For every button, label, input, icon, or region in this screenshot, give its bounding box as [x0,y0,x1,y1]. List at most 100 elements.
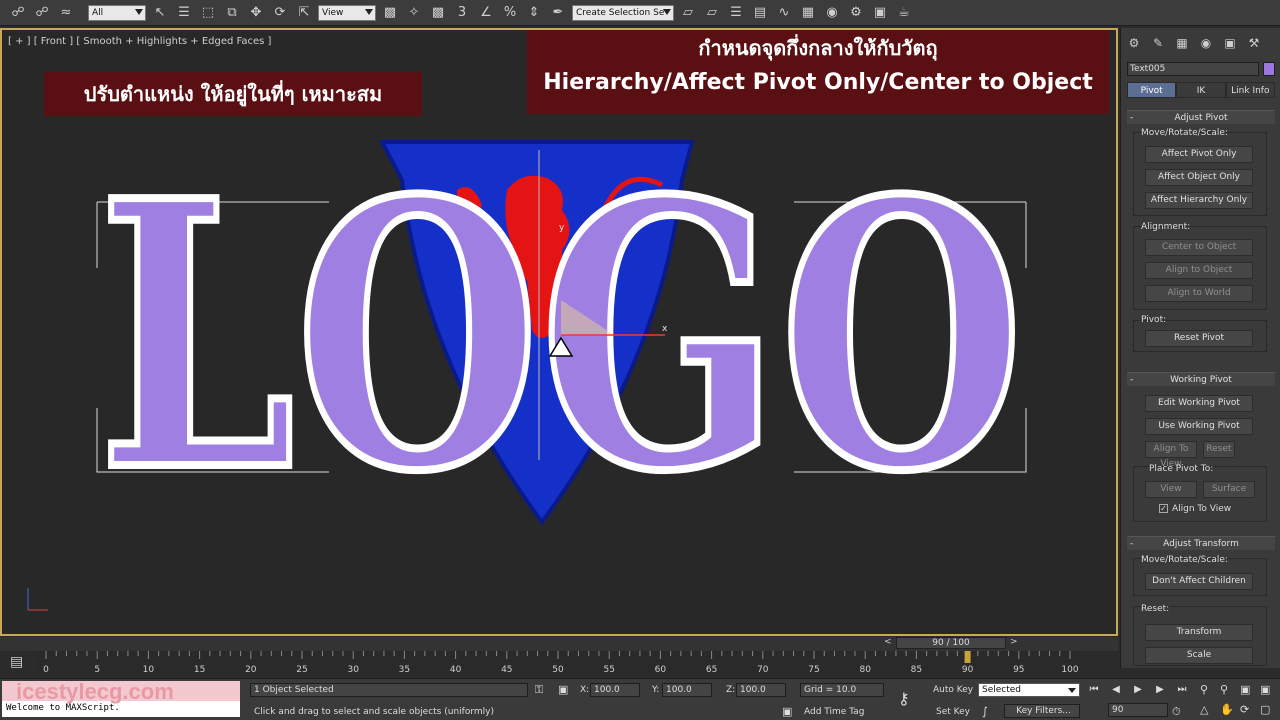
lock-selection-icon[interactable]: ⚿ [535,683,543,697]
manipulate-icon[interactable]: ✧ [404,3,424,23]
field-of-view-icon[interactable]: △ [1200,703,1208,716]
reset-scale-button[interactable]: Scale [1145,647,1253,664]
graphite-ribbon-icon[interactable]: ▤ [750,3,770,23]
curve-editor-icon[interactable]: ∿ [774,3,794,23]
current-frame-field[interactable]: 90 [1108,703,1168,717]
zoom-extents-icon[interactable]: ▣ [1240,683,1250,696]
add-time-tag-button[interactable]: Add Time Tag [804,707,864,717]
display-tab-icon[interactable]: ▣ [1221,34,1239,52]
align-icon[interactable]: ▱ [702,3,722,23]
time-config-icon[interactable]: ⏱ [1172,705,1181,719]
tab-link-info[interactable]: Link Info [1225,82,1275,98]
adjust-transform-rollout-header[interactable]: - Adjust Transform [1127,536,1275,550]
pivot-x-axis-label: x [662,324,668,334]
named-selection-dropdown[interactable]: Create Selection Se [572,4,674,21]
utilities-tab-icon[interactable]: ⚒ [1245,34,1263,52]
align-to-view-checkbox[interactable]: ✓ Align To View [1159,504,1231,514]
y-coordinate-field[interactable]: 100.0 [662,683,712,697]
key-mode-dropdown[interactable]: Selected [978,683,1080,697]
mirror-icon[interactable]: ▱ [678,3,698,23]
link-icon[interactable]: ☍ [8,3,28,23]
time-slider[interactable]: < 90 / 100 > [0,637,1118,651]
percent-snap-icon[interactable]: % [500,3,520,23]
snap-toggle-icon[interactable]: 3 [452,3,472,23]
object-color-swatch[interactable] [1263,62,1275,76]
align-to-world-button[interactable]: Align to World [1145,285,1253,302]
previous-frame-icon[interactable]: ◀ [1108,683,1124,697]
maxscript-listener[interactable]: icestylecg.com Welcome to MAXScript. [2,679,240,717]
angle-snap-icon[interactable]: ∠ [476,3,496,23]
x-coordinate-field[interactable]: 100.0 [590,683,640,697]
next-frame-icon[interactable]: ▶ [1152,683,1168,697]
modify-tab-icon[interactable]: ✎ [1149,34,1167,52]
place-pivot-surface-button[interactable]: Surface [1203,481,1255,498]
hierarchy-tab-icon[interactable]: ▦ [1173,34,1191,52]
tab-pivot[interactable]: Pivot [1127,82,1177,98]
unlink-icon[interactable]: ☍ [32,3,52,23]
bind-space-warp-icon[interactable]: ≈ [56,3,76,23]
working-pivot-rollout-header[interactable]: - Working Pivot [1127,372,1275,386]
current-frame-marker [964,651,971,663]
key-icon[interactable]: ⚷ [898,689,910,708]
key-tangent-icon[interactable]: ∫ [982,705,988,718]
render-production-icon[interactable]: ☕ [894,3,914,23]
window-crossing-icon[interactable]: ⧉ [222,3,242,23]
move-icon[interactable]: ✥ [246,3,266,23]
schematic-view-icon[interactable]: ▦ [798,3,818,23]
time-tag-icon[interactable]: ▣ [782,705,792,718]
z-coordinate-field[interactable]: 100.0 [736,683,786,697]
absolute-mode-icon[interactable]: ▣ [558,683,568,696]
dont-affect-children-button[interactable]: Don't Affect Children [1145,573,1253,590]
rect-selection-icon[interactable]: ⬚ [198,3,218,23]
align-to-view-button[interactable]: Align To View [1145,441,1197,469]
reference-coordinate-dropdown[interactable]: View [318,4,376,21]
align-to-object-button[interactable]: Align to Object [1145,262,1253,279]
zoom-icon[interactable]: ⚲ [1200,683,1208,696]
front-viewport[interactable]: [ + ] [ Front ] [ Smooth + Highlights + … [0,28,1118,636]
layer-manager-icon[interactable]: ☰ [726,3,746,23]
time-slider-thumb[interactable]: 90 / 100 [896,637,1006,649]
play-icon[interactable]: ▶ [1130,683,1146,697]
adjust-pivot-rollout-header[interactable]: - Adjust Pivot [1127,110,1275,124]
orbit-icon[interactable]: ⟳ [1240,703,1249,716]
select-by-name-icon[interactable]: ☰ [174,3,194,23]
set-key-button[interactable]: Set Key [936,707,970,717]
render-setup-icon[interactable]: ⚙ [846,3,866,23]
reset-working-pivot-button[interactable]: Reset [1203,441,1235,458]
edit-named-selection-icon[interactable]: ✒ [548,3,568,23]
object-name-field[interactable]: Text005 [1127,62,1259,76]
next-frame-arrow[interactable]: > [1010,637,1018,647]
rendered-frame-icon[interactable]: ▣ [870,3,890,23]
use-working-pivot-button[interactable]: Use Working Pivot [1145,418,1253,435]
motion-tab-icon[interactable]: ◉ [1197,34,1215,52]
tab-ik[interactable]: IK [1176,82,1226,98]
zoom-extents-all-icon[interactable]: ▣ [1260,683,1270,696]
keyboard-shortcut-icon[interactable]: ▩ [428,3,448,23]
curve-editor-mini-icon[interactable]: ▤ [10,654,23,670]
reset-pivot-button[interactable]: Reset Pivot [1145,330,1253,347]
create-tab-icon[interactable]: ⚙ [1125,34,1143,52]
rotate-icon[interactable]: ⟳ [270,3,290,23]
go-to-start-icon[interactable]: ⏮ [1086,683,1102,697]
spinner-snap-icon[interactable]: ⇕ [524,3,544,23]
scale-icon[interactable]: ⇱ [294,3,314,23]
zoom-all-icon[interactable]: ⚲ [1220,683,1228,696]
material-editor-icon[interactable]: ◉ [822,3,842,23]
affect-pivot-only-button[interactable]: Affect Pivot Only [1145,146,1253,163]
pan-icon[interactable]: ✋ [1220,703,1234,716]
selection-filter-dropdown[interactable]: All [88,4,146,21]
go-to-end-icon[interactable]: ⏭ [1174,683,1190,697]
center-to-object-button[interactable]: Center to Object [1145,239,1253,256]
affect-object-only-button[interactable]: Affect Object Only [1145,169,1253,186]
maximize-viewport-icon[interactable]: ▢ [1260,703,1270,716]
affect-hierarchy-only-button[interactable]: Affect Hierarchy Only [1145,192,1253,209]
prev-frame-arrow[interactable]: < [884,637,892,647]
select-object-icon[interactable]: ↖ [150,3,170,23]
place-pivot-view-button[interactable]: View [1145,481,1197,498]
trackbar[interactable]: 0 5 10 15 20 25 30 35 40 45 50 55 60 65 70 75 80 85 90 95 10… [36,651,1080,678]
edit-working-pivot-button[interactable]: Edit Working Pivot [1145,395,1253,412]
key-filters-button[interactable]: Key Filters... [1004,704,1080,718]
auto-key-button[interactable]: Auto Key [933,685,973,695]
pivot-center-icon[interactable]: ▩ [380,3,400,23]
reset-transform-button[interactable]: Transform [1145,624,1253,641]
